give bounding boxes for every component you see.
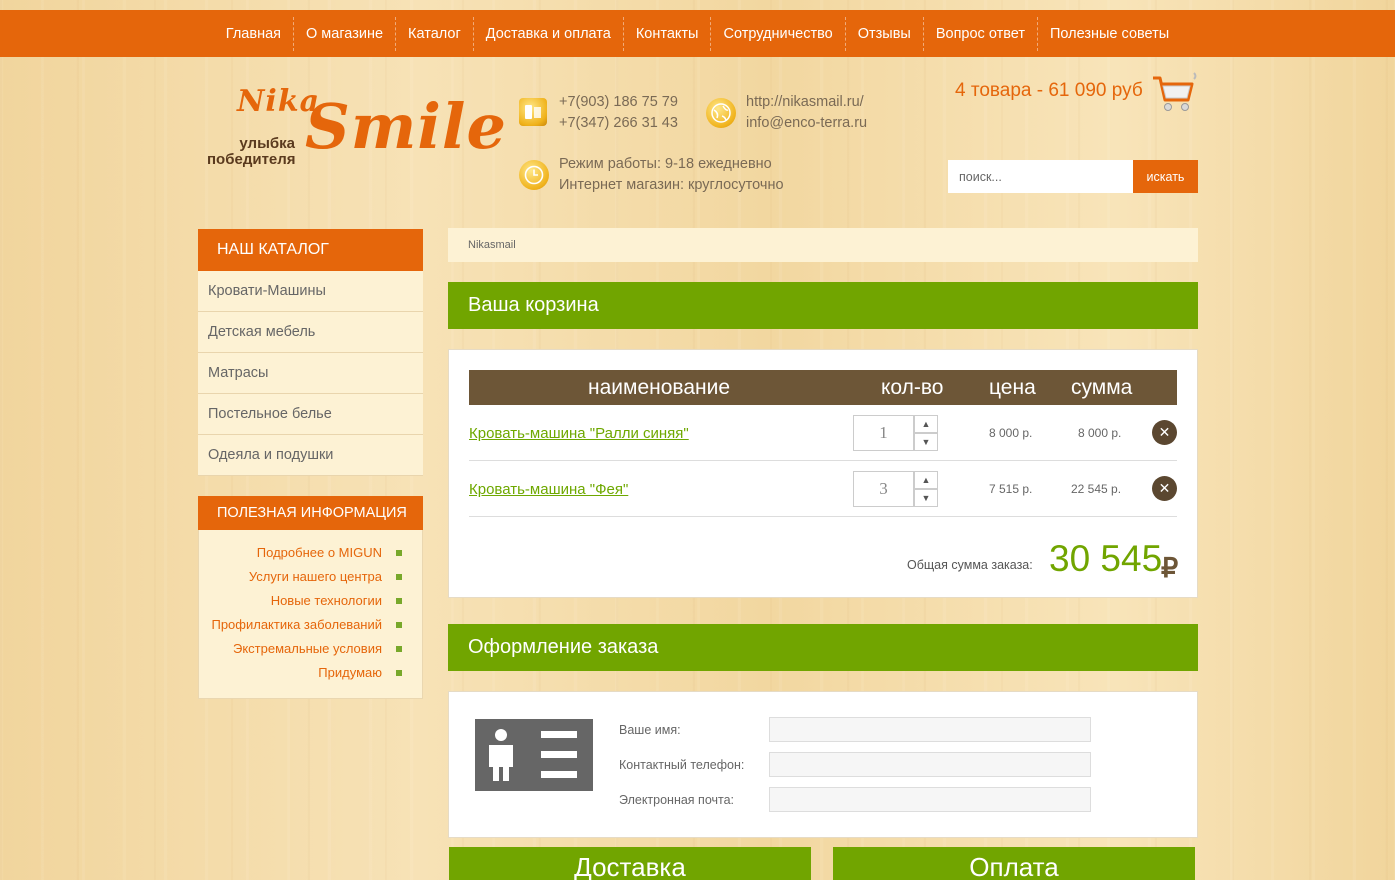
site-logo[interactable]: Nika Smile улыбка победителя [205, 84, 506, 174]
order-total-label: Общая сумма заказа: [907, 558, 1033, 572]
cart-panel: наименование кол-во цена сумма Кровать-м… [448, 349, 1198, 598]
header-cart-summary[interactable]: 4 товара - 61 090 руб [955, 80, 1143, 102]
chevron-up-icon[interactable]: ▲ [914, 415, 938, 433]
breadcrumb-home[interactable]: Nikasmail [468, 239, 516, 251]
catalog-item-blankets[interactable]: Одеяла и подушки [198, 435, 423, 476]
row-price: 8 000 р. [989, 426, 1033, 440]
nav-tips[interactable]: Полезные советы [1038, 17, 1181, 51]
cart-title: Ваша корзина [448, 282, 1198, 329]
nav-about[interactable]: О магазине [294, 16, 397, 51]
order-title: Оформление заказа [448, 624, 1198, 671]
nav-delivery[interactable]: Доставка и оплата [474, 16, 624, 51]
email-label: Электронная почта: [619, 793, 735, 807]
phone-number-2: +7(347) 266 31 43 [559, 115, 678, 131]
order-total-value: 30 545 [1049, 538, 1163, 579]
breadcrumb: Nikasmail [448, 228, 1198, 262]
catalog-title: НАШ КАТАЛОГ [198, 229, 423, 271]
email-field[interactable] [769, 787, 1091, 812]
logo-smile: Smile [305, 90, 507, 163]
phone-icon [519, 98, 547, 126]
phone-field[interactable] [769, 752, 1091, 777]
table-row: Кровать-машина "Ралли синяя" ▲ ▼ 8 000 р… [469, 405, 1177, 461]
cart-icon[interactable] [1150, 70, 1198, 114]
ruble-icon: ₽ [1161, 553, 1179, 583]
row-sum: 22 545 р. [1071, 482, 1122, 496]
payment-title: Оплата [833, 847, 1195, 880]
useful-info-sidebar: ПОЛЕЗНАЯ ИНФОРМАЦИЯ Подробнее о MIGUN Ус… [198, 496, 423, 699]
delivery-title: Доставка [449, 847, 811, 880]
name-field[interactable] [769, 717, 1091, 742]
globe-icon [706, 98, 736, 128]
contact-phones: +7(903) 186 75 79 +7(347) 266 31 43 [559, 92, 678, 134]
quantity-input[interactable] [853, 471, 914, 507]
top-navigation: Главная О магазине Каталог Доставка и оп… [0, 10, 1395, 57]
order-form: Ваше имя: Контактный телефон: Электронна… [448, 691, 1198, 838]
useful-info-title: ПОЛЕЗНАЯ ИНФОРМАЦИЯ [198, 496, 423, 530]
work-hours: Режим работы: 9-18 ежедневно Интернет ма… [559, 154, 784, 196]
info-link[interactable]: Услуги нашего центра [199, 565, 422, 589]
email-link[interactable]: info@enco-terra.ru [746, 113, 867, 134]
close-icon[interactable]: ✕ [1152, 476, 1177, 501]
info-link[interactable]: Экстремальные условия [199, 637, 422, 661]
work-hours-office: Режим работы: 9-18 ежедневно [559, 156, 772, 172]
catalog-sidebar: НАШ КАТАЛОГ Кровати-Машины Детская мебел… [198, 229, 423, 476]
name-label: Ваше имя: [619, 723, 681, 737]
chevron-down-icon[interactable]: ▼ [914, 433, 938, 451]
search-input[interactable] [948, 160, 1133, 193]
column-name: наименование [588, 376, 731, 399]
close-icon[interactable]: ✕ [1152, 420, 1177, 445]
nav-home[interactable]: Главная [214, 16, 294, 51]
info-link[interactable]: Новые технологии [199, 589, 422, 613]
useful-info-list: Подробнее о MIGUN Услуги нашего центра Н… [198, 530, 423, 699]
nav-faq[interactable]: Вопрос ответ [924, 16, 1038, 51]
cart-table: наименование кол-во цена сумма Кровать-м… [469, 370, 1177, 517]
row-sum: 8 000 р. [1078, 426, 1122, 440]
nav-reviews[interactable]: Отзывы [846, 16, 924, 51]
work-hours-shop: Интернет магазин: круглосуточно [559, 177, 784, 193]
chevron-down-icon[interactable]: ▼ [914, 489, 938, 507]
catalog-item-bedding[interactable]: Постельное белье [198, 394, 423, 435]
site-link[interactable]: http://nikasmail.ru/ [746, 92, 867, 113]
contact-card-icon [475, 719, 593, 791]
clock-icon [519, 160, 549, 190]
nav-catalog[interactable]: Каталог [396, 16, 474, 51]
phone-label: Контактный телефон: [619, 758, 745, 772]
logo-tagline: улыбка победителя [207, 135, 296, 168]
contact-web: http://nikasmail.ru/ info@enco-terra.ru [746, 92, 867, 134]
nav-cooperation[interactable]: Сотрудничество [711, 16, 846, 51]
column-price: цена [989, 376, 1036, 399]
search-button[interactable]: искать [1133, 160, 1198, 193]
quantity-input[interactable] [853, 415, 914, 451]
cart-table-header: наименование кол-во цена сумма [469, 370, 1177, 405]
catalog-item-mattresses[interactable]: Матрасы [198, 353, 423, 394]
row-price: 7 515 р. [989, 482, 1033, 496]
quantity-stepper: ▲ ▼ [853, 471, 939, 507]
column-sum: сумма [1071, 376, 1133, 399]
catalog-item-kids-furniture[interactable]: Детская мебель [198, 312, 423, 353]
info-link[interactable]: Придумаю [199, 661, 422, 685]
info-link[interactable]: Подробнее о MIGUN [199, 541, 422, 565]
quantity-stepper: ▲ ▼ [853, 415, 939, 451]
nav-contacts[interactable]: Контакты [624, 16, 712, 51]
chevron-up-icon[interactable]: ▲ [914, 471, 938, 489]
product-link[interactable]: Кровать-машина "Фея" [469, 481, 628, 498]
table-row: Кровать-машина "Фея" ▲ ▼ 7 515 р. 22 545… [469, 461, 1177, 517]
phone-number-1: +7(903) 186 75 79 [559, 94, 678, 110]
catalog-item-car-beds[interactable]: Кровати-Машины [198, 271, 423, 312]
info-link[interactable]: Профилактика заболеваний [199, 613, 422, 637]
column-qty: кол-во [881, 376, 944, 399]
product-link[interactable]: Кровать-машина "Ралли синяя" [469, 425, 689, 442]
search-bar: искать [948, 160, 1198, 193]
